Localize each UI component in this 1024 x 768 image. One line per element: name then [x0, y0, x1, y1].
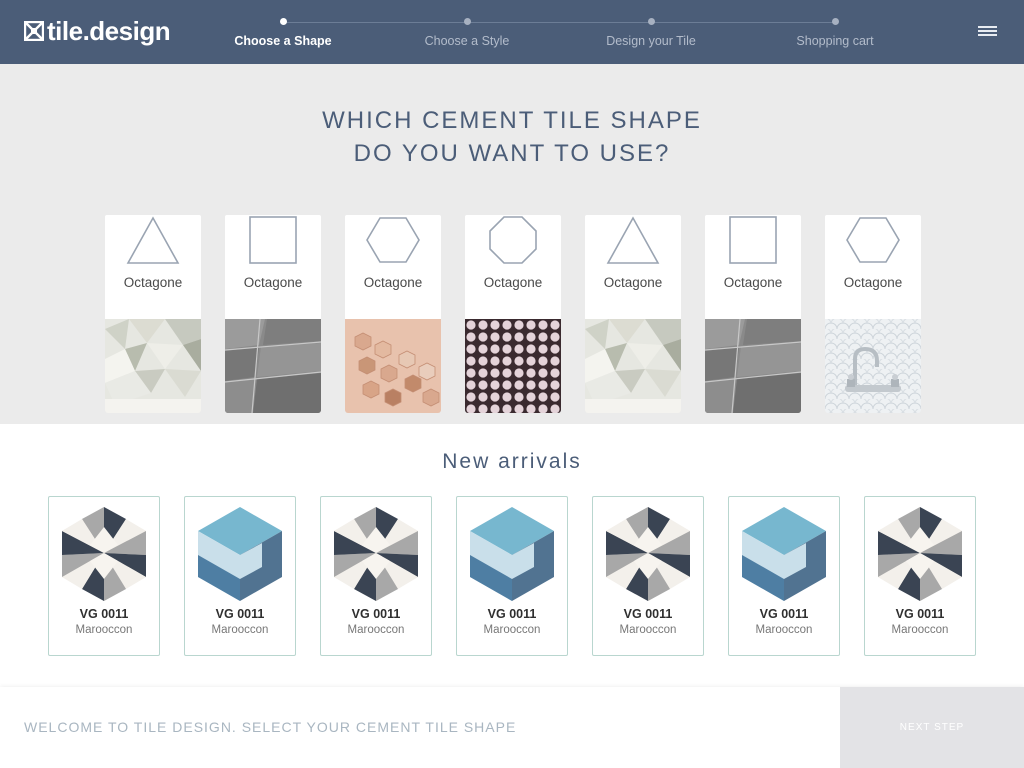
tile-code: VG 0011 — [351, 607, 401, 621]
shape-card-top: Octagone — [465, 215, 561, 319]
hamburger-menu-icon[interactable] — [978, 26, 997, 38]
step-label: Design your Tile — [606, 34, 696, 48]
page-title: WHICH CEMENT TILE SHAPE DO YOU WANT TO U… — [0, 104, 1024, 170]
tile-code: VG 0011 — [487, 607, 537, 621]
step-choose-style[interactable]: Choose a Style — [387, 18, 547, 48]
tile-subtitle: Marooccon — [619, 624, 677, 636]
star-hexagon-tile — [334, 507, 418, 601]
shape-label: Octagone — [723, 275, 783, 290]
footer-bar: WELCOME TO TILE DESIGN. SELECT YOUR CEME… — [0, 687, 1024, 768]
tile-subtitle: Marooccon — [75, 624, 133, 636]
hexagon-icon — [366, 217, 420, 263]
grey-square-tiles-photo — [705, 319, 801, 413]
blue-cube-tile — [198, 507, 282, 601]
shape-card-top: Octagone — [705, 215, 801, 319]
shape-card-top: Octagone — [585, 215, 681, 319]
octagon-icon — [489, 216, 537, 264]
shape-card-top: Octagone — [225, 215, 321, 319]
next-step-button[interactable]: NEXT STEP — [840, 687, 1024, 768]
tile-card[interactable]: VG 0011 Marooccon — [456, 496, 568, 656]
blue-cube-tile — [742, 507, 826, 601]
shape-selection-section: WHICH CEMENT TILE SHAPE DO YOU WANT TO U… — [0, 64, 1024, 424]
square-icon — [249, 216, 297, 264]
shape-label: Octagone — [483, 275, 543, 290]
page-title-line2: DO YOU WANT TO USE? — [353, 140, 671, 167]
tile-code: VG 0011 — [895, 607, 945, 621]
tile-card[interactable]: VG 0011 Marooccon — [320, 496, 432, 656]
copper-hexagon-tiles-photo — [345, 319, 441, 413]
square-icon — [729, 216, 777, 264]
shape-card-hexagon[interactable]: Octagone — [825, 201, 921, 413]
shape-card-triangle[interactable]: Octagone — [105, 201, 201, 413]
step-label: Choose a Style — [424, 34, 510, 48]
tile-subtitle: Marooccon — [347, 624, 405, 636]
shape-card-square[interactable]: Octagone — [225, 201, 321, 413]
shape-card-square[interactable]: Octagone — [705, 201, 801, 413]
blue-cube-tile — [470, 507, 554, 601]
triangle-tiles-photo — [105, 319, 201, 413]
star-hexagon-tile — [606, 507, 690, 601]
tile-subtitle: Marooccon — [755, 624, 813, 636]
step-design-tile[interactable]: Design your Tile — [571, 18, 731, 48]
page-title-line1: WHICH CEMENT TILE SHAPE — [322, 107, 702, 134]
logo-text: tile.design — [47, 16, 171, 46]
shape-card-top: Octagone — [825, 215, 921, 319]
shape-card-hexagon[interactable]: Octagone — [345, 201, 441, 413]
tile-card[interactable]: VG 0011 Marooccon — [864, 496, 976, 656]
shape-label: Octagone — [243, 275, 303, 290]
step-label: Shopping cart — [796, 34, 874, 48]
step-choose-shape[interactable]: Choose a Shape — [203, 18, 363, 48]
tile-card[interactable]: VG 0011 Marooccon — [48, 496, 160, 656]
triangle-icon — [126, 216, 180, 264]
penny-round-tiles-photo — [465, 319, 561, 413]
shape-label: Octagone — [123, 275, 183, 290]
grey-square-tiles-photo — [225, 319, 321, 413]
shape-label: Octagone — [843, 275, 903, 290]
shape-card-top: Octagone — [105, 215, 201, 319]
hexagon-icon — [846, 217, 900, 263]
star-hexagon-tile — [62, 507, 146, 601]
progress-line — [283, 22, 835, 23]
triangle-icon — [606, 216, 660, 264]
tile-code: VG 0011 — [623, 607, 673, 621]
step-shopping-cart[interactable]: Shopping cart — [755, 18, 915, 48]
step-dot — [463, 18, 471, 25]
shape-card-top: Octagone — [345, 215, 441, 319]
shape-label: Octagone — [363, 275, 423, 290]
tile-subtitle: Marooccon — [483, 624, 541, 636]
tile-card[interactable]: VG 0011 Marooccon — [184, 496, 296, 656]
tile-subtitle: Marooccon — [891, 624, 949, 636]
shape-label: Octagone — [603, 275, 663, 290]
step-dot — [831, 18, 839, 25]
tile-code: VG 0011 — [79, 607, 129, 621]
logo[interactable]: tile.design — [24, 16, 171, 46]
triangle-tiles-photo — [585, 319, 681, 413]
shape-card-octagon[interactable]: Octagone — [465, 201, 561, 413]
tile-card[interactable]: VG 0011 Marooccon — [728, 496, 840, 656]
fish-scale-faucet-photo — [825, 319, 921, 413]
tile-card[interactable]: VG 0011 Marooccon — [592, 496, 704, 656]
tile-code: VG 0011 — [215, 607, 265, 621]
step-dot — [279, 18, 287, 25]
step-dot — [647, 18, 655, 25]
top-nav-bar: tile.design Choose a Shape Choose a Styl… — [0, 0, 1024, 64]
step-label: Choose a Shape — [234, 34, 332, 48]
shape-card-triangle[interactable]: Octagone — [585, 201, 681, 413]
logo-tile-icon — [24, 21, 44, 41]
new-arrivals-title: New arrivals — [442, 450, 582, 473]
tile-code: VG 0011 — [759, 607, 809, 621]
star-hexagon-tile — [878, 507, 962, 601]
tile-subtitle: Marooccon — [211, 624, 269, 636]
welcome-message: WELCOME TO TILE DESIGN. SELECT YOUR CEME… — [24, 719, 517, 735]
